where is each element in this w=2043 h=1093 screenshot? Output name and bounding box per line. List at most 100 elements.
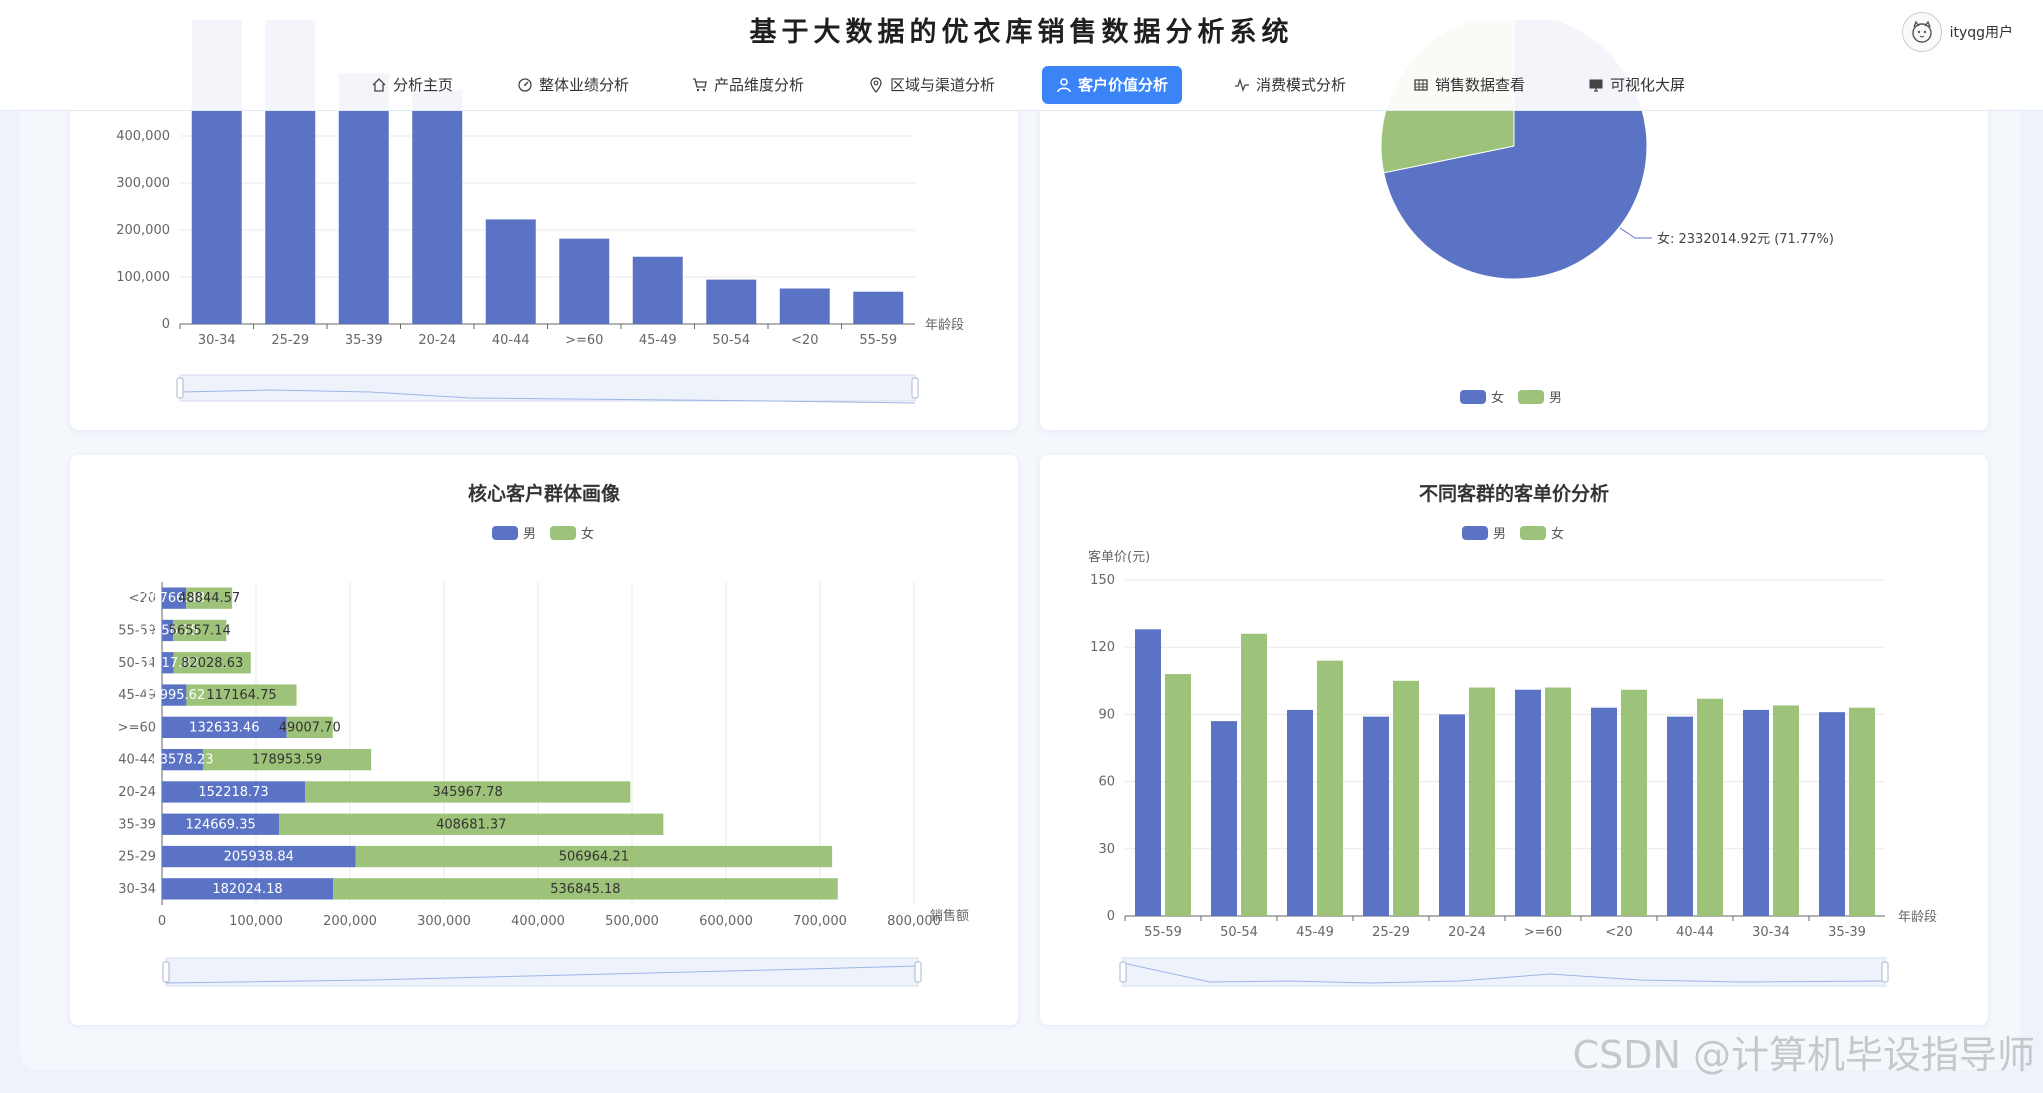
bar-male [1439,714,1465,916]
x-tick-label: 40-44 [1676,925,1714,940]
nav-item-home[interactable]: 分析主页 [357,66,467,104]
x-axis-label: 年龄段 [1898,910,1937,925]
bar-male [1591,707,1617,916]
zoom-handle-left [176,377,184,399]
bar-female [1393,680,1419,916]
y-tick-label: 30 [1098,842,1115,857]
user-menu[interactable]: ityqg用户 [1901,12,2013,52]
nav-label: 产品维度分析 [714,76,805,94]
y-tick-label: 90 [1098,707,1115,722]
avg-order-chart: 0 30 60 90 120 150 客单价(元) 55-59 50-54 45-49 25-29 2… [1088,549,1937,987]
y-tick-label: 0 [162,317,170,332]
avg-order-card: 不同客群的客单价分析 男 女 0 30 60 90 120 150 客单价(元) 55-59 5… [1040,455,1988,1025]
bar-male [1819,712,1845,916]
location-icon [870,77,882,93]
x-tick-label: <20 [1605,925,1632,940]
pie-legend: 女 男 [1460,387,1562,406]
y-tick-label: 40-44 [118,753,156,768]
data-label-female: 82028.63 [181,656,243,671]
data-label-male: 124669.35 [185,817,255,832]
y-tick-label: 30-34 [118,882,156,897]
nav-item-big-screen[interactable]: 可视化大屏 [1574,66,1699,104]
x-tick-label: 0 [158,914,166,929]
y-tick-label: 300,000 [116,176,170,191]
y-tick-label: 100,000 [116,270,170,285]
main-nav: 分析主页 整体业绩分析 产品维度分析 区域与渠道分析 客户价值分析 消费模式分析… [0,66,2043,106]
x-tick-label: 35-39 [1828,925,1866,940]
x-tick-label: <20 [791,333,818,348]
x-tick-label: 400,000 [511,914,565,929]
y-tick-label: 60 [1098,775,1115,790]
bar-female [1773,705,1799,916]
bar-male [1363,716,1389,916]
core-portrait-card: 核心客户群体画像 男 女 0 100,000 200,000 300,000 400,0… [70,455,1018,1025]
x-tick-label: 100,000 [229,914,283,929]
nav-label: 区域与渠道分析 [890,76,996,94]
zoom-handle-right [914,961,922,983]
x-tick-label: 35-39 [345,333,383,348]
bar [412,89,463,324]
nav-item-region-channel[interactable]: 区域与渠道分析 [854,66,1009,104]
y-axis-label: 客单价(元) [1088,549,1150,565]
bar-female [1165,674,1191,916]
x-tick-label: 30-34 [1752,925,1790,940]
nav-item-customer-value[interactable]: 客户价值分析 [1042,66,1183,104]
y-tick-label: 0 [1107,909,1115,924]
data-label-male: 25995.62 [143,688,205,703]
bar-female [1241,633,1267,916]
x-tick-label: 500,000 [605,914,659,929]
bar [706,279,757,324]
bar-male [1135,629,1161,916]
monitor-icon [1589,79,1603,92]
x-tick-label: 20-24 [418,333,456,348]
y-tick-label: 150 [1090,573,1115,588]
bar [853,291,904,324]
nav-label: 消费模式分析 [1256,76,1347,94]
bar-female [1469,687,1495,916]
x-axis-label: 销售额 [930,908,969,924]
data-label-male: 182024.18 [212,882,282,897]
data-label-female: 506964.21 [559,850,629,865]
dashboard-icon [518,78,532,92]
bar-female [1317,660,1343,916]
x-tick-label: 50-54 [1220,925,1258,940]
system-title: 基于大数据的优衣库销售数据分析系统 [749,17,1294,48]
bar [559,238,610,324]
bar-female [1849,707,1875,916]
y-tick-label: 20-24 [118,785,156,800]
nav-item-sales-data[interactable]: 销售数据查看 [1399,66,1539,104]
x-tick-label: 200,000 [323,914,377,929]
x-tick-label: 20-24 [1448,925,1486,940]
legend-swatch-female [1460,389,1486,404]
avatar[interactable] [1901,12,1942,52]
x-axis-label: 年龄段 [925,318,964,333]
data-label-male: 205938.84 [224,850,294,865]
x-tick-label: 700,000 [793,914,847,929]
nav-item-consumption-pattern[interactable]: 消费模式分析 [1220,66,1360,104]
data-label-female: 408681.37 [436,817,506,832]
legend-label-male: 男 [1549,391,1563,406]
nav-label: 可视化大屏 [1610,76,1686,94]
data-label-female: 536845.18 [550,882,620,897]
nav-item-overall-performance[interactable]: 整体业绩分析 [503,66,643,104]
nav-item-product-dimension[interactable]: 产品维度分析 [678,66,818,104]
bar-male [1287,709,1313,916]
bar-female [1697,698,1723,916]
bar-male [1743,709,1769,916]
cat-avatar-icon [1911,20,1932,43]
data-label-female: 48844.57 [178,591,240,606]
pie-label-line [1619,227,1652,239]
nav-label: 整体业绩分析 [539,76,630,94]
zoom-handle-left [1119,961,1127,983]
legend-item-female[interactable]: 女 [1460,387,1504,406]
bar-male [1667,716,1693,916]
x-tick-label: 40-44 [492,333,530,348]
legend-item-male[interactable]: 男 [1518,387,1562,406]
bar [779,288,830,324]
x-tick-label: 50-54 [712,333,750,348]
zoom-handle-right [911,377,919,399]
y-tick-label: 35-39 [118,817,156,832]
home-icon [372,78,386,92]
data-label-female: 56557.14 [169,623,231,638]
y-tick-label: 400,000 [116,129,170,144]
